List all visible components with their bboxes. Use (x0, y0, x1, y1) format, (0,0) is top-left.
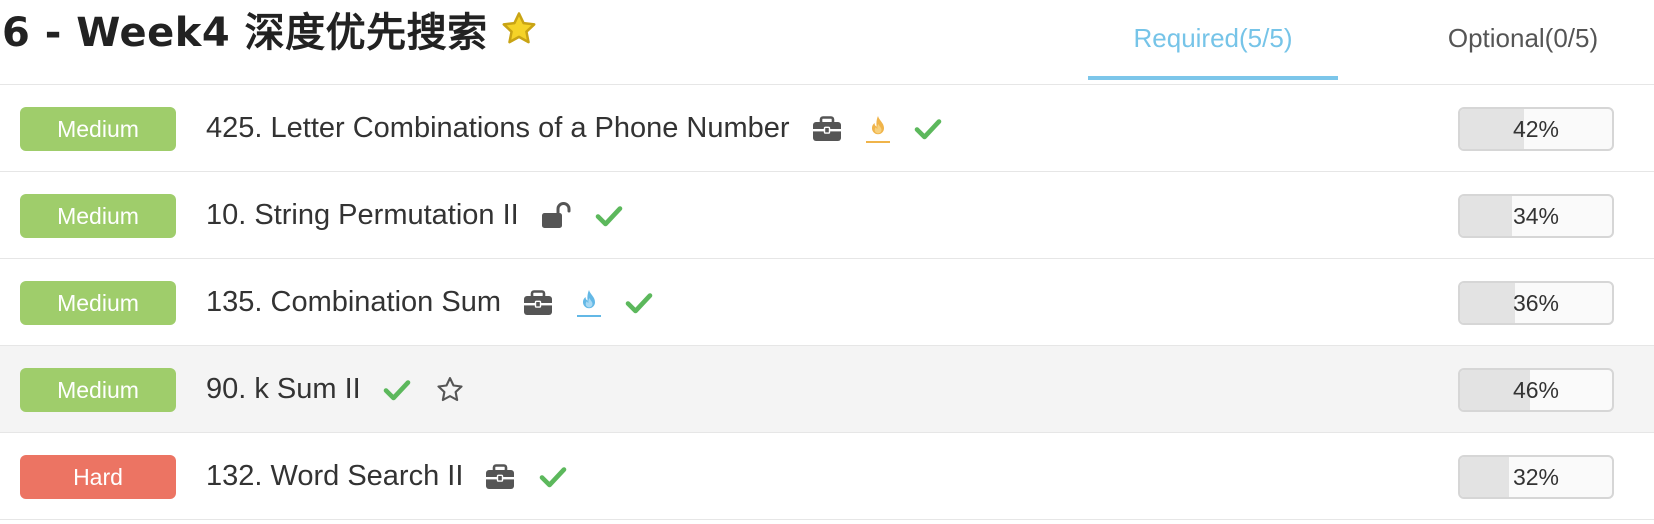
check-icon (625, 291, 653, 315)
unlock-icon (541, 201, 571, 230)
problem-name-cell: 425. Letter Combinations of a Phone Numb… (206, 85, 966, 172)
acceptance-rate-text: 42% (1512, 115, 1560, 142)
difficulty-badge: Medium (20, 194, 176, 238)
problem-row[interactable]: Medium 90. k Sum II 46% (0, 346, 1654, 433)
acceptance-rate-text: 32% (1512, 463, 1560, 490)
acceptance-rate-text: 36% (1512, 289, 1560, 316)
problem-title-link[interactable]: 90. k Sum II (206, 373, 361, 406)
problem-name-cell: 132. Word Search II (206, 433, 591, 520)
problem-list: Medium 425. Letter Combinations of a Phon… (0, 85, 1654, 520)
briefcase-icon (523, 289, 553, 316)
problem-title-link[interactable]: 135. Combination Sum (206, 286, 501, 319)
difficulty-badge: Hard (20, 455, 176, 499)
acceptance-rate-bar: 36% (1458, 281, 1614, 325)
briefcase-icon (485, 463, 515, 490)
problem-title-link[interactable]: 425. Letter Combinations of a Phone Numb… (206, 112, 790, 145)
briefcase-icon (812, 115, 842, 142)
problem-name-cell: 10. String Permutation II (206, 172, 647, 259)
title-wrap: 6 - Week4 深度优先搜索 (2, 0, 538, 58)
acceptance-rate-bar: 32% (1458, 455, 1614, 499)
problem-row[interactable]: Medium 135. Combination Sum 36% (0, 259, 1654, 346)
difficulty-badge: Medium (20, 107, 176, 151)
acceptance-rate-text: 46% (1512, 376, 1560, 403)
problem-name-cell: 135. Combination Sum (206, 259, 677, 346)
page-header: 6 - Week4 深度优先搜索 Required(5/5) Optional(… (0, 0, 1654, 86)
tab-optional[interactable]: Optional(0/5) (1408, 0, 1638, 80)
problem-row[interactable]: Medium 10. String Permutation II 34% (0, 172, 1654, 259)
acceptance-rate-text: 34% (1512, 202, 1560, 229)
tab-bar: Required(5/5) Optional(0/5) (1088, 0, 1654, 84)
check-icon (914, 117, 942, 141)
problem-title-link[interactable]: 10. String Permutation II (206, 199, 519, 232)
problem-name-cell: 90. k Sum II (206, 346, 489, 433)
tab-required[interactable]: Required(5/5) (1088, 0, 1338, 80)
acceptance-rate-bar: 42% (1458, 107, 1614, 151)
problem-row[interactable]: Hard 132. Word Search II 32% (0, 433, 1654, 520)
check-icon (383, 378, 411, 402)
flame-blue-icon (577, 287, 601, 319)
difficulty-badge: Medium (20, 281, 176, 325)
page-title: 6 - Week4 深度优先搜索 (2, 10, 488, 56)
star-outline-icon[interactable] (435, 375, 465, 405)
favorite-star-icon[interactable] (500, 10, 538, 48)
acceptance-rate-bar: 34% (1458, 194, 1614, 238)
check-icon (595, 204, 623, 228)
problem-title-link[interactable]: 132. Word Search II (206, 460, 463, 493)
check-icon (539, 465, 567, 489)
flame-orange-icon (865, 113, 890, 145)
acceptance-rate-bar: 46% (1458, 368, 1614, 412)
difficulty-badge: Medium (20, 368, 176, 412)
problem-row[interactable]: Medium 425. Letter Combinations of a Phon… (0, 85, 1654, 172)
